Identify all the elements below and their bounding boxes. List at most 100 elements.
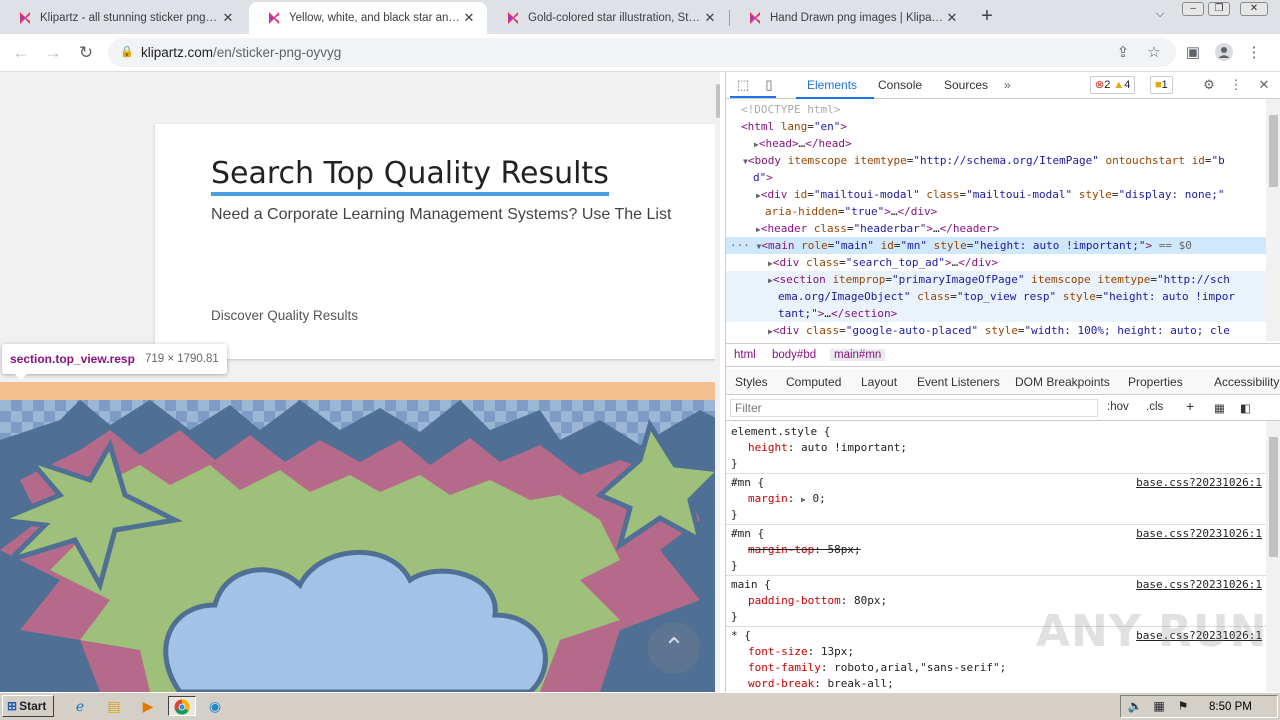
forward-arrow-icon[interactable]: →: [42, 42, 64, 64]
folder-icon[interactable]: ▤: [103, 696, 125, 716]
bookmark-star-icon[interactable]: ☆: [1144, 43, 1164, 63]
tab-styles[interactable]: Styles: [735, 375, 768, 389]
tooltip-dimensions: 719 × 1790.81: [144, 353, 219, 365]
issues-badge[interactable]: ■1: [1150, 76, 1173, 94]
device-toolbar-icon[interactable]: ▯: [760, 76, 778, 94]
rule-line[interactable]: margin: ▶ 0;: [731, 490, 1266, 507]
tab-computed[interactable]: Computed: [786, 375, 841, 389]
scroll-to-top-button[interactable]: ⌃: [648, 622, 700, 674]
close-devtools-icon[interactable]: ✕: [1255, 76, 1273, 94]
lock-icon[interactable]: 🔒: [120, 45, 134, 58]
styles-scrollbar[interactable]: [1266, 421, 1280, 692]
restore-button[interactable]: ❐: [1208, 2, 1230, 16]
source-link[interactable]: base.css?20231026:1: [1136, 525, 1262, 542]
breadcrumb-main[interactable]: main#mn: [830, 349, 886, 361]
tab-layout[interactable]: Layout: [861, 375, 897, 389]
close-icon[interactable]: ✕: [702, 10, 718, 26]
tab-klipartz-home[interactable]: Klipartz - all stunning sticker png ima …: [0, 2, 246, 34]
rule-line[interactable]: height: auto !important;: [731, 439, 1266, 456]
tab-search-chevron-icon[interactable]: ⌵: [1150, 8, 1170, 28]
dom-line[interactable]: ema.org/ImageObject" class="top_view res…: [726, 288, 1266, 305]
devtools-menu-icon[interactable]: ⋮: [1227, 76, 1245, 94]
dom-line[interactable]: ▶<head>…</head>: [726, 135, 1266, 152]
tab-event-listeners[interactable]: Event Listeners: [917, 375, 1000, 389]
network-icon[interactable]: ▦: [1150, 696, 1168, 716]
dom-line[interactable]: ▶<div class="search_top_ad">…</div>: [726, 254, 1266, 271]
edge-icon[interactable]: ◉: [204, 696, 226, 716]
new-tab-button[interactable]: +: [976, 6, 998, 28]
close-icon[interactable]: ✕: [220, 10, 236, 26]
tab-properties[interactable]: Properties: [1128, 375, 1183, 389]
close-icon[interactable]: ✕: [461, 10, 477, 26]
media-player-icon[interactable]: ▶: [137, 696, 159, 716]
sticker-image[interactable]: [0, 400, 720, 692]
tab-yellow-star[interactable]: Yellow, white, and black star and clo ✕: [249, 2, 487, 34]
source-link[interactable]: base.css?20231026:1: [1136, 474, 1262, 491]
rule-line[interactable]: main {base.css?20231026:1: [731, 576, 1266, 593]
anyrun-watermark: ANY RUN: [1036, 606, 1268, 657]
rule-line[interactable]: word-break: break-all;: [731, 675, 1266, 692]
rule-line[interactable]: #mn {base.css?20231026:1: [731, 525, 1266, 542]
styles-filter-input[interactable]: Filter: [730, 399, 1098, 417]
reload-icon[interactable]: ↻: [75, 42, 97, 64]
settings-gear-icon[interactable]: ⚙: [1200, 76, 1218, 94]
dom-line[interactable]: ▶<div class="google-auto-placed" style="…: [726, 322, 1266, 339]
paint-brush-icon[interactable]: ▦: [1214, 401, 1225, 415]
dom-line[interactable]: ▶<header class="headerbar">…</header>: [726, 220, 1266, 237]
flag-icon[interactable]: ⚑: [1174, 696, 1192, 716]
dom-scrollbar[interactable]: [1266, 99, 1280, 341]
tab-console[interactable]: Console: [878, 78, 922, 92]
share-icon[interactable]: ⇪: [1113, 43, 1133, 63]
side-panel-icon[interactable]: ▣: [1183, 43, 1203, 63]
dom-line[interactable]: d">: [726, 169, 1266, 186]
tab-sources[interactable]: Sources: [944, 78, 988, 92]
dom-line[interactable]: <html lang="en">: [726, 118, 1266, 135]
close-window-button[interactable]: ✕: [1240, 2, 1268, 16]
dom-line[interactable]: aria-hidden="true">…</div>: [726, 203, 1266, 220]
ad-discover-link[interactable]: Discover Quality Results: [211, 308, 358, 323]
ad-title[interactable]: Search Top Quality Results: [211, 156, 609, 196]
dom-line[interactable]: ▶<div id="mailtoui-modal" class="mailtou…: [726, 186, 1266, 203]
breadcrumb-html[interactable]: html: [734, 349, 756, 361]
rule-line-overridden[interactable]: margin-top: 58px;: [731, 541, 1266, 558]
clock[interactable]: 8:50 PM: [1209, 701, 1252, 713]
tooltip-selector: section.top_view.resp: [10, 352, 135, 366]
element-highlight-margin: [0, 382, 720, 400]
back-arrow-icon[interactable]: ←: [10, 42, 32, 64]
devtools-panel: ⬚ ▯ Elements Console Sources » ⊗2 ▲4 ■1 …: [725, 72, 1280, 692]
start-button[interactable]: ⊞ Start: [2, 695, 54, 717]
volume-icon[interactable]: 🔈: [1126, 696, 1144, 716]
dom-line[interactable]: <!DOCTYPE html>: [726, 101, 1266, 118]
tab-hand-drawn[interactable]: Hand Drawn png images | Klipartz ✕: [730, 2, 970, 34]
dom-tree[interactable]: <!DOCTYPE html> <html lang="en"> ▶<head>…: [726, 99, 1266, 341]
dom-line[interactable]: tant;">…</section>: [726, 305, 1266, 322]
dom-line[interactable]: ▼<body itemscope itemtype="http://schema…: [726, 152, 1266, 169]
hov-toggle[interactable]: :hov: [1107, 401, 1129, 413]
url-text[interactable]: klipartz.com/en/sticker-png-oyvyg: [141, 45, 341, 60]
source-link[interactable]: base.css?20231026:1: [1136, 576, 1262, 593]
page-scrollbar[interactable]: [715, 72, 720, 692]
new-rule-plus-icon[interactable]: +: [1186, 398, 1194, 414]
breadcrumb-body[interactable]: body#bd: [772, 349, 816, 361]
tab-elements[interactable]: Elements: [807, 78, 857, 92]
rule-line[interactable]: element.style {: [731, 423, 1266, 440]
close-icon[interactable]: ✕: [944, 10, 960, 26]
tab-accessibility[interactable]: Accessibility: [1214, 375, 1279, 389]
more-tabs-chevron-icon[interactable]: »: [1004, 78, 1011, 92]
dom-line[interactable]: ▶<section itemprop="primaryImageOfPage" …: [726, 271, 1266, 288]
chrome-taskbar-icon[interactable]: [168, 696, 196, 716]
internet-explorer-icon[interactable]: ℯ: [69, 696, 91, 716]
tab-gold-star[interactable]: Gold-colored star illustration, Star Dr …: [488, 2, 728, 34]
browser-menu-icon[interactable]: ⋮: [1244, 43, 1264, 63]
tab-dom-breakpoints[interactable]: DOM Breakpoints: [1015, 375, 1110, 389]
inspect-element-icon[interactable]: ⬚: [734, 76, 752, 94]
rule-line[interactable]: font-family: roboto,arial,"sans-serif";: [731, 659, 1266, 676]
toggle-sidebar-icon[interactable]: ◧: [1240, 401, 1251, 415]
profile-avatar-icon[interactable]: [1214, 43, 1234, 63]
ad-card[interactable]: Search Top Quality Results Need a Corpor…: [155, 124, 720, 359]
minimize-button[interactable]: –: [1182, 2, 1204, 16]
cls-toggle[interactable]: .cls: [1146, 401, 1163, 413]
dom-line-selected[interactable]: ··· ▼<main role="main" id="mn" style="he…: [726, 237, 1266, 254]
rule-line[interactable]: #mn {base.css?20231026:1: [731, 474, 1266, 491]
error-warning-badge[interactable]: ⊗2 ▲4: [1090, 76, 1136, 94]
